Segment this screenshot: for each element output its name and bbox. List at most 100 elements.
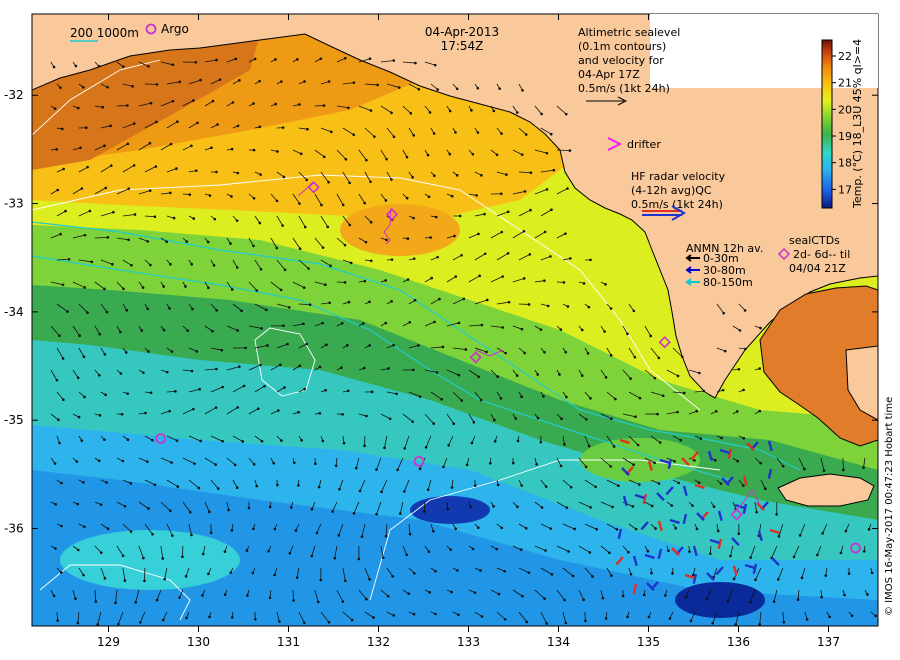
velocity-arrowhead: [370, 390, 374, 394]
velocity-arrowhead: [387, 367, 390, 370]
velocity-arrowhead: [743, 309, 747, 312]
velocity-arrowhead: [516, 505, 519, 509]
velocity-arrowhead: [133, 213, 137, 216]
velocity-arrowhead: [272, 461, 276, 465]
velocity-arrowhead: [244, 346, 247, 350]
velocity-arrowhead: [103, 577, 107, 580]
x-tick-label: 129: [97, 635, 120, 649]
velocity-arrowhead: [721, 388, 725, 392]
velocity-arrowhead: [506, 252, 510, 255]
velocity-arrowhead: [297, 410, 300, 414]
velocity-arrowhead: [642, 593, 646, 597]
velocity-arrowhead: [501, 275, 504, 278]
velocity-arrowhead: [392, 59, 396, 62]
velocity-arrowhead: [252, 196, 256, 200]
velocity-arrowhead: [691, 573, 695, 577]
velocity-arrowhead: [629, 377, 632, 380]
velocity-arrowhead: [122, 287, 125, 291]
velocity-arrowhead: [327, 620, 331, 624]
velocity-arrowhead: [546, 304, 550, 308]
velocity-arrowhead: [536, 416, 540, 420]
velocity-arrowhead: [657, 356, 661, 360]
velocity-arrowhead: [82, 573, 85, 577]
velocity-arrowhead: [114, 601, 117, 605]
velocity-arrowhead: [260, 327, 263, 330]
velocity-arrowhead: [742, 484, 745, 487]
velocity-arrowhead: [653, 376, 657, 380]
velocity-arrowhead: [638, 483, 641, 486]
velocity-arrowhead: [276, 150, 279, 153]
sealctds-line-2: 04/04 21Z: [789, 262, 846, 275]
velocity-arrowhead: [238, 78, 241, 82]
velocity-arrowhead: [638, 396, 642, 400]
velocity-arrowhead: [184, 575, 188, 578]
velocity-arrowhead: [208, 510, 211, 514]
velocity-arrowhead: [273, 573, 276, 577]
velocity-arrowhead: [390, 111, 393, 115]
velocity-arrowhead: [83, 286, 86, 289]
velocity-arrowhead: [62, 167, 65, 171]
velocity-arrowhead: [260, 439, 264, 443]
velocity-arrowhead: [59, 571, 63, 574]
velocity-arrowhead: [211, 99, 215, 103]
velocity-arrowhead: [383, 446, 386, 450]
velocity-arrowhead: [504, 351, 507, 355]
velocity-arrowhead: [458, 214, 462, 218]
velocity-arrowhead: [341, 203, 345, 207]
velocity-arrowhead: [563, 443, 566, 446]
velocity-arrowhead: [103, 287, 106, 291]
velocity-arrowhead: [435, 371, 439, 374]
sealctds-line-1: 2d- 6d-- til: [793, 248, 850, 261]
velocity-arrowhead: [354, 466, 358, 470]
velocity-arrowhead: [559, 328, 563, 331]
velocity-arrowhead: [142, 371, 145, 374]
velocity-arrowhead: [614, 397, 617, 401]
velocity-arrowhead: [473, 484, 477, 487]
velocity-arrowhead: [388, 417, 392, 421]
velocity-arrowhead: [303, 621, 306, 625]
velocity-arrowhead: [340, 366, 343, 370]
velocity-arrowhead: [363, 444, 366, 448]
velocity-arrowhead: [274, 58, 277, 61]
velocity-arrowhead: [333, 556, 337, 560]
velocity-arrowhead: [320, 203, 323, 207]
velocity-arrowhead: [411, 175, 414, 179]
velocity-arrowhead: [384, 279, 387, 282]
velocity-arrowhead: [441, 345, 445, 349]
velocity-arrowhead: [171, 99, 175, 103]
velocity-arrowhead: [76, 376, 80, 380]
velocity-arrowhead: [139, 621, 142, 624]
colorbar-tick-label: 17: [838, 183, 852, 196]
velocity-arrowhead: [621, 594, 625, 598]
velocity-arrowhead: [322, 155, 326, 159]
velocity-arrowhead: [127, 238, 130, 242]
velocity-arrowhead: [190, 369, 194, 373]
velocity-arrowhead: [303, 225, 307, 229]
velocity-arrowhead: [56, 619, 59, 622]
velocity-arrowhead: [413, 571, 416, 575]
velocity-arrowhead: [414, 61, 417, 65]
velocity-arrowhead: [497, 592, 501, 596]
velocity-arrowhead: [385, 157, 388, 161]
velocity-arrowhead: [178, 596, 181, 599]
velocity-arrowhead: [633, 355, 637, 359]
plot-area: [32, 14, 878, 626]
velocity-arrowhead: [123, 579, 127, 582]
velocity-arrowhead: [318, 365, 322, 369]
colorbar-label: Temp. (°C) 18_L3U 45% ql>=4: [851, 39, 864, 209]
velocity-arrowhead: [565, 506, 569, 510]
velocity-arrowhead: [60, 481, 63, 485]
velocity-arrowhead: [679, 438, 683, 442]
altimetry-line-4: 04-Apr 17Z: [578, 68, 640, 81]
velocity-arrowhead: [314, 462, 317, 466]
velocity-arrowhead: [256, 407, 260, 410]
y-tick-label: -34: [4, 305, 24, 319]
velocity-arrowhead: [658, 441, 662, 444]
velocity-arrowhead: [194, 60, 198, 64]
velocity-arrowhead: [759, 461, 762, 465]
velocity-arrowhead: [52, 65, 56, 69]
velocity-arrowhead: [634, 527, 638, 531]
velocity-arrowhead: [83, 233, 87, 237]
velocity-arrowhead: [368, 344, 371, 347]
velocity-arrowhead: [520, 395, 523, 399]
